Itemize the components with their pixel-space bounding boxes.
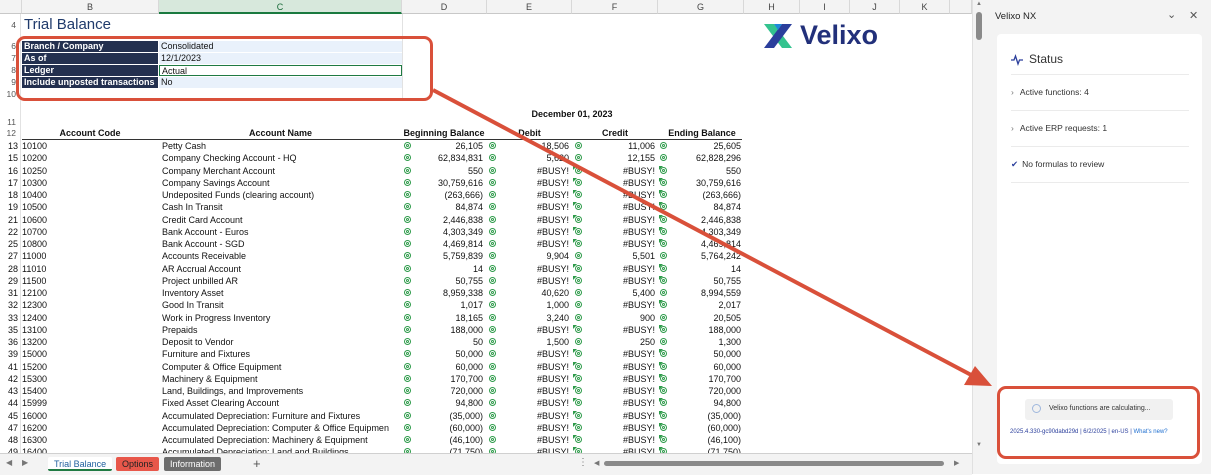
- annotation-arrow: [432, 88, 992, 386]
